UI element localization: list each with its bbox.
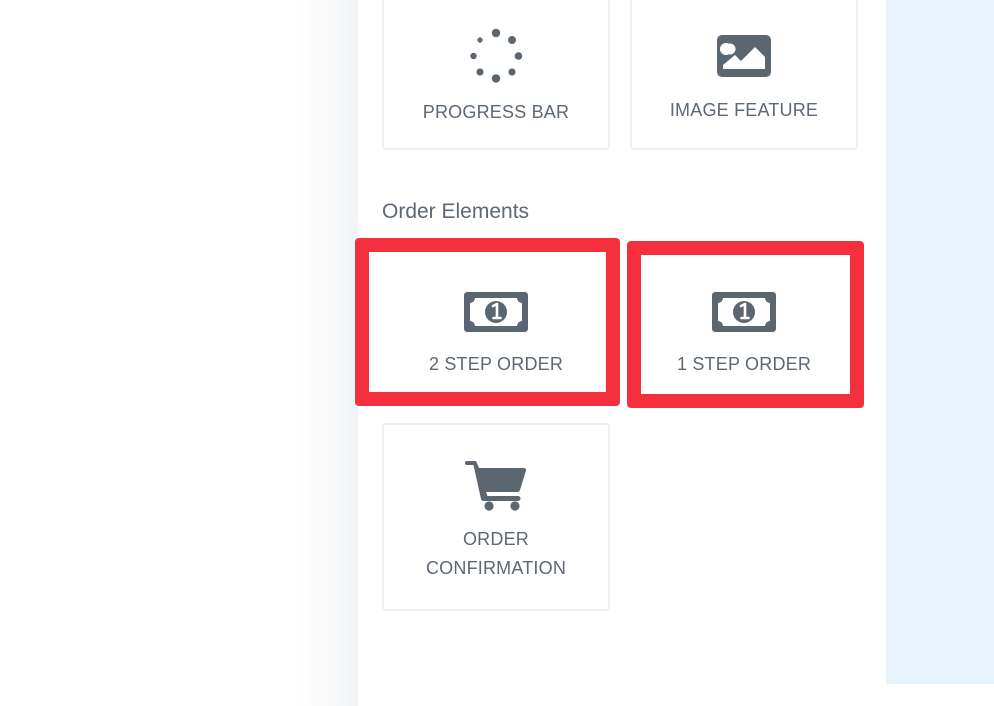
editor-canvas[interactable] <box>886 0 994 684</box>
money-bill-icon <box>712 292 776 332</box>
tile-label-line-2: CONFIRMATION <box>425 558 567 578</box>
tile-label: 2 STEP ORDER <box>428 354 564 374</box>
element-tile-order-confirmation[interactable]: ORDER CONFIRMATION <box>382 423 610 611</box>
shopping-cart-icon <box>465 461 527 511</box>
tile-label: 1 STEP ORDER <box>676 354 812 374</box>
screen: PROGRESS BAR IMAGE FEATURE Order Element… <box>0 0 994 706</box>
tile-label-line-1: ORDER <box>462 529 529 549</box>
money-bill-icon <box>464 292 528 332</box>
section-title-order-elements: Order Elements <box>382 200 530 223</box>
panel-shadow <box>300 0 358 706</box>
element-tile-2-step-order[interactable]: 2 STEP ORDER <box>382 238 610 404</box>
element-tile-progress-bar[interactable]: PROGRESS BAR <box>382 0 610 150</box>
element-tile-1-step-order[interactable]: 1 STEP ORDER <box>630 238 858 404</box>
tile-label: IMAGE FEATURE <box>669 100 819 120</box>
tile-label: PROGRESS BAR <box>422 102 570 122</box>
element-tile-image-feature[interactable]: IMAGE FEATURE <box>630 0 858 150</box>
image-icon <box>717 35 771 77</box>
spinner-icon <box>470 28 523 83</box>
